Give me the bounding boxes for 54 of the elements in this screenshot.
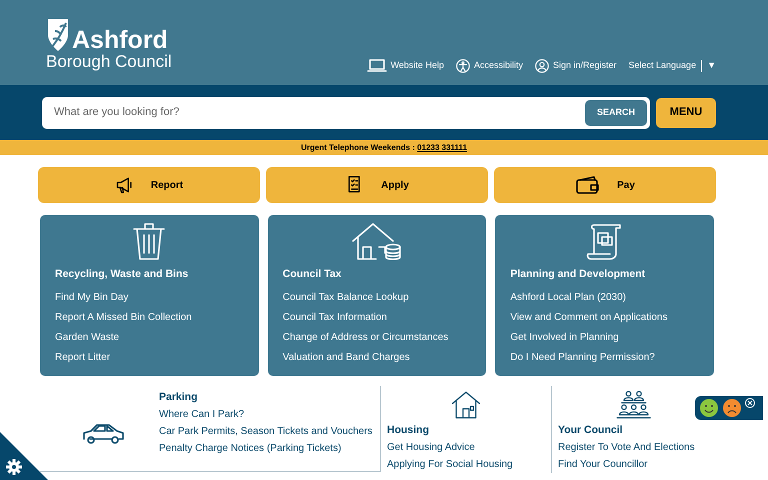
action-button[interactable]: Pay (494, 167, 716, 203)
logo-text[interactable]: Ashford (72, 28, 168, 54)
section-link[interactable]: Applying For Social Housing (387, 456, 545, 473)
card-link[interactable]: Change of Address or Circumstances (282, 328, 472, 348)
card-link[interactable]: Report A Missed Bin Collection (55, 308, 244, 328)
header-link[interactable]: Accessibility (456, 59, 523, 73)
section-link[interactable]: Get Housing Advice (387, 438, 545, 456)
action-button[interactable]: Report (38, 167, 260, 203)
section-link[interactable]: Where Can I Park? (159, 406, 372, 423)
card-title[interactable]: Planning and Development (510, 267, 700, 283)
cookie-settings-button[interactable] (0, 432, 48, 480)
section-link[interactable]: Find Your Councillor (558, 456, 710, 473)
card-link[interactable]: Valuation and Band Charges (282, 348, 472, 368)
card-link[interactable]: Garden Waste (55, 328, 244, 348)
accessibility-icon (456, 59, 470, 73)
section-title[interactable]: Your Council (558, 423, 710, 439)
frown-icon[interactable] (722, 398, 742, 418)
close-icon[interactable] (745, 398, 755, 408)
alert-text: Urgent Telephone Weekends : (300, 143, 415, 152)
house-coins-icon (351, 221, 403, 261)
caret-icon[interactable]: ▼ (707, 59, 716, 73)
card-link[interactable]: Council Tax Balance Lookup (282, 288, 472, 308)
card-link[interactable]: Report Litter (55, 348, 244, 368)
card-title[interactable]: Council Tax (282, 267, 472, 283)
shield-leaf-icon (46, 17, 70, 54)
search-field[interactable]: What are you looking for? SEARCH (42, 96, 650, 128)
wallet-icon (575, 175, 602, 195)
menu-button[interactable]: MENU (656, 98, 716, 128)
section-link[interactable]: Register To Vote And Elections (558, 438, 710, 456)
card-link[interactable]: Get Involved in Planning (510, 328, 700, 348)
card-title[interactable]: Recycling, Waste and Bins (55, 267, 244, 283)
language-select[interactable]: Select Language (628, 59, 696, 73)
user-icon (534, 59, 549, 73)
header-link[interactable]: Sign in/Register (534, 59, 617, 73)
card-link[interactable]: Do I Need Planning Permission? (510, 348, 700, 368)
action-button[interactable]: Apply (266, 167, 488, 203)
house-icon (451, 390, 481, 420)
card-link[interactable]: View and Comment on Applications (510, 308, 700, 328)
trash-bin-icon (131, 221, 168, 261)
search-button[interactable]: SEARCH (585, 100, 647, 126)
card-link[interactable]: Ashford Local Plan (2030) (510, 288, 700, 308)
smiley-icon[interactable] (699, 398, 719, 418)
section-title[interactable]: Parking (159, 390, 372, 406)
laptop-icon (366, 59, 387, 73)
section-link[interactable]: Penalty Charge Notices (Parking Tickets) (159, 440, 372, 457)
card-link[interactable]: Find My Bin Day (55, 288, 244, 308)
section-title[interactable]: Housing (387, 423, 545, 439)
section-link[interactable]: Car Park Permits, Season Tickets and Vouchers (159, 422, 372, 440)
people-icon (615, 390, 653, 420)
header-link[interactable]: Website Help (366, 59, 444, 73)
card-link[interactable]: Council Tax Information (282, 308, 472, 328)
car-icon (80, 422, 124, 446)
logo-subtitle[interactable]: Borough Council (46, 53, 172, 72)
phone-link[interactable]: 01233 331111 (417, 143, 468, 152)
